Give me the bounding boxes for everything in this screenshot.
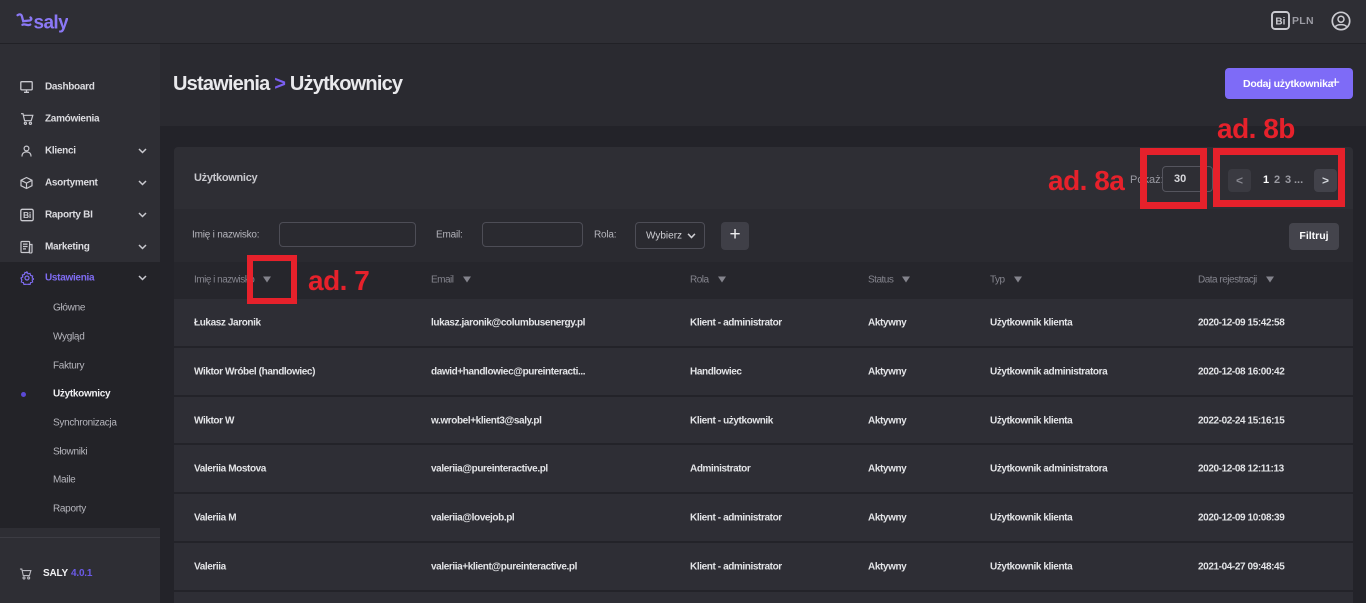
svg-text:Bi: Bi xyxy=(1275,17,1285,28)
svg-text:saly: saly xyxy=(34,13,69,34)
svg-text:Bi: Bi xyxy=(23,210,31,220)
